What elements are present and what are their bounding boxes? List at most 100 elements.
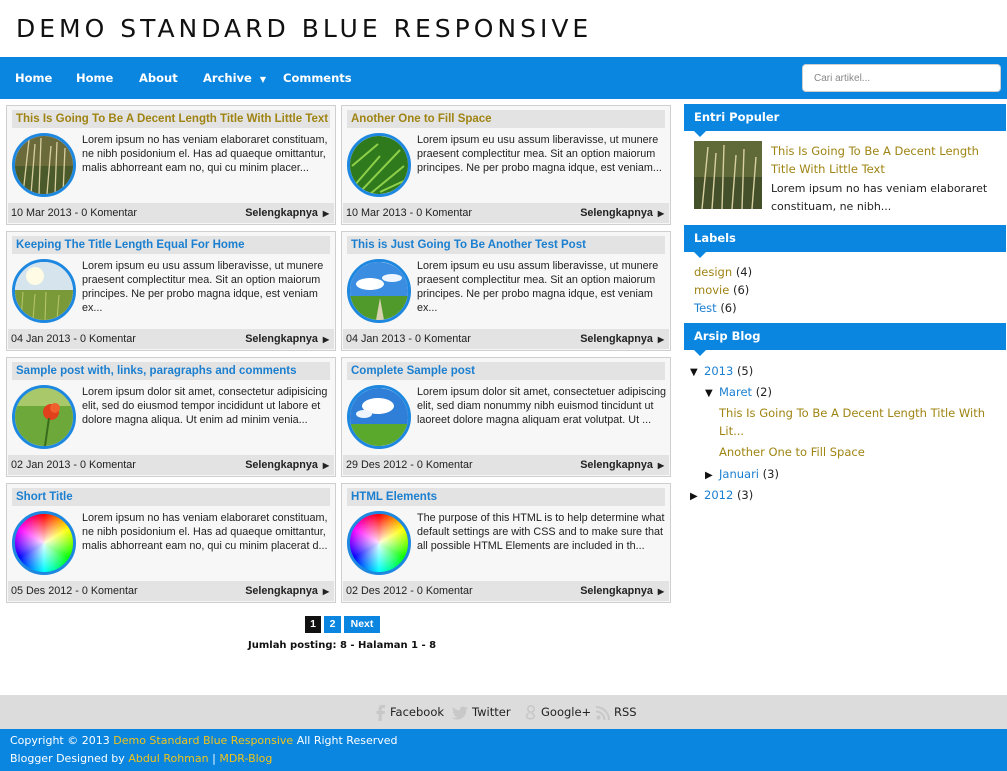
read-more-label: Selengkapnya — [580, 585, 653, 597]
arrow-right-icon: ▶ — [657, 461, 664, 470]
footer-copyright: Copyright © 2013 Demo Standard Blue Resp… — [10, 733, 398, 749]
google-plus-icon — [525, 704, 536, 720]
post-footer: 10 Mar 2013 - 0 Komentar Selengkapnya ▶ — [8, 203, 334, 223]
post-date: 04 Jan 2013 - 0 Komentar — [346, 333, 471, 345]
read-more-link[interactable]: Selengkapnya ▶ — [245, 581, 329, 602]
rights-text: All Right Reserved — [296, 734, 398, 747]
label-item: movie (6) — [694, 281, 749, 299]
page-2-button[interactable]: 2 — [324, 616, 341, 633]
read-more-link[interactable]: Selengkapnya ▶ — [580, 455, 664, 476]
expand-toggle-icon[interactable]: ▶ — [705, 467, 719, 485]
archive-post-link[interactable]: This Is Going To Be A Decent Length Titl… — [719, 404, 991, 440]
post-thumbnail[interactable] — [347, 385, 411, 449]
post-card: Complete Sample post Lorem ipsum dolor s… — [341, 357, 671, 477]
nav-item-about[interactable]: About — [139, 57, 178, 99]
post-title[interactable]: Short Title — [12, 488, 330, 506]
twitter-icon — [452, 706, 468, 719]
arrow-right-icon: ▶ — [322, 335, 329, 344]
post-card: This Is Going To Be A Decent Length Titl… — [6, 105, 336, 225]
footer-credits: Blogger Designed by Abdul Rohman | MDR-B… — [10, 751, 272, 767]
footer: Copyright © 2013 Demo Standard Blue Resp… — [0, 729, 1007, 771]
post-snippet: Lorem ipsum dolor sit amet, consectetuer… — [417, 386, 667, 426]
footer-blog-link[interactable]: MDR-Blog — [219, 752, 272, 765]
post-title[interactable]: This is Just Going To Be Another Test Po… — [347, 236, 665, 254]
post-date: 02 Des 2012 - 0 Komentar — [346, 585, 473, 597]
post-title[interactable]: Complete Sample post — [347, 362, 665, 380]
page-1-button[interactable]: 1 — [305, 616, 321, 633]
archive-count: (3) — [762, 467, 779, 481]
post-title[interactable]: Sample post with, links, paragraphs and … — [12, 362, 330, 380]
read-more-label: Selengkapnya — [245, 333, 318, 345]
archive-link-januari[interactable]: Januari — [719, 467, 759, 481]
social-bar: Facebook Twitter Google+ RSS — [0, 695, 1007, 729]
nav-item-comments[interactable]: Comments — [283, 57, 352, 99]
archive-link-maret[interactable]: Maret — [719, 385, 752, 399]
label-link-test[interactable]: Test — [694, 301, 717, 315]
post-title[interactable]: Another One to Fill Space — [347, 110, 665, 128]
designed-by-text: Blogger Designed by — [10, 752, 125, 765]
nav-item-archive[interactable]: Archive ▼ — [203, 57, 266, 99]
arrow-right-icon: ▶ — [657, 587, 664, 596]
popular-post-title[interactable]: This Is Going To Be A Decent Length Titl… — [771, 142, 991, 178]
read-more-link[interactable]: Selengkapnya ▶ — [580, 581, 664, 602]
nav-item-home[interactable]: Home — [15, 57, 52, 99]
read-more-link[interactable]: Selengkapnya ▶ — [245, 329, 329, 350]
post-thumbnail[interactable] — [347, 511, 411, 575]
post-thumbnail[interactable] — [12, 385, 76, 449]
arrow-right-icon: ▶ — [322, 587, 329, 596]
widget-title-archive: Arsip Blog — [684, 323, 1006, 356]
post-footer: 29 Des 2012 - 0 Komentar Selengkapnya ▶ — [343, 455, 669, 475]
footer-author-link[interactable]: Abdul Rohman — [128, 752, 208, 765]
widget-title-popular: Entri Populer — [684, 104, 1006, 137]
archive-year-2013: ▼ 2013 (5) — [690, 362, 753, 382]
facebook-icon — [376, 704, 385, 721]
post-snippet: Lorem ipsum dolor sit amet, consectetur … — [82, 386, 328, 426]
label-link-movie[interactable]: movie — [694, 283, 729, 297]
widget-title-labels: Labels — [684, 225, 1006, 258]
archive-link-2013[interactable]: 2013 — [704, 364, 733, 378]
post-thumbnail[interactable] — [347, 133, 411, 197]
post-snippet: Lorem ipsum no has veniam elaboraret con… — [82, 134, 328, 174]
read-more-link[interactable]: Selengkapnya ▶ — [580, 329, 664, 350]
post-thumbnail[interactable] — [12, 259, 76, 323]
post-card: Short Title Lorem ipsum no has veniam el… — [6, 483, 336, 603]
label-item: Test (6) — [694, 299, 737, 317]
popular-post-snippet: Lorem ipsum no has veniam elaboraret con… — [771, 182, 988, 213]
next-page-button[interactable]: Next — [344, 616, 380, 633]
post-title[interactable]: This Is Going To Be A Decent Length Titl… — [12, 110, 330, 128]
post-footer: 02 Jan 2013 - 0 Komentar Selengkapnya ▶ — [8, 455, 334, 475]
post-thumbnail[interactable] — [12, 511, 76, 575]
social-link-rss[interactable]: RSS — [595, 695, 637, 729]
archive-month-maret: ▼ Maret (2) — [705, 383, 772, 403]
expand-toggle-icon[interactable]: ▼ — [690, 364, 704, 382]
social-link-twitter[interactable]: Twitter — [452, 695, 511, 729]
main-navbar: Home Home About Archive ▼ Comments — [0, 57, 1007, 99]
read-more-label: Selengkapnya — [245, 585, 318, 597]
read-more-label: Selengkapnya — [245, 207, 318, 219]
nav-item-home-2[interactable]: Home — [76, 57, 113, 99]
post-thumbnail[interactable] — [12, 133, 76, 197]
post-title[interactable]: Keeping The Title Length Equal For Home — [12, 236, 330, 254]
archive-post-link[interactable]: Another One to Fill Space — [719, 443, 865, 461]
post-footer: 10 Mar 2013 - 0 Komentar Selengkapnya ▶ — [343, 203, 669, 223]
post-snippet: Lorem ipsum eu usu assum liberavisse, ut… — [417, 134, 662, 174]
social-label: Facebook — [390, 705, 445, 719]
social-link-facebook[interactable]: Facebook — [374, 695, 444, 729]
expand-toggle-icon[interactable]: ▶ — [690, 488, 704, 506]
expand-toggle-icon[interactable]: ▼ — [705, 385, 719, 403]
archive-link-2012[interactable]: 2012 — [704, 488, 733, 502]
post-title[interactable]: HTML Elements — [347, 488, 665, 506]
search-input[interactable] — [802, 64, 1001, 92]
read-more-link[interactable]: Selengkapnya ▶ — [245, 203, 329, 224]
read-more-label: Selengkapnya — [245, 459, 318, 471]
social-link-googleplus[interactable]: Google+ — [525, 695, 591, 729]
label-link-design[interactable]: design — [694, 265, 732, 279]
popular-post-thumbnail[interactable] — [694, 141, 762, 209]
post-footer: 02 Des 2012 - 0 Komentar Selengkapnya ▶ — [343, 581, 669, 601]
post-thumbnail[interactable] — [347, 259, 411, 323]
post-snippet: Lorem ipsum eu usu assum liberavisse, ut… — [82, 260, 324, 314]
footer-site-link[interactable]: Demo Standard Blue Responsive — [113, 734, 293, 747]
site-title[interactable]: DEMO STANDARD BLUE RESPONSIVE — [16, 14, 592, 43]
read-more-link[interactable]: Selengkapnya ▶ — [245, 455, 329, 476]
read-more-link[interactable]: Selengkapnya ▶ — [580, 203, 664, 224]
